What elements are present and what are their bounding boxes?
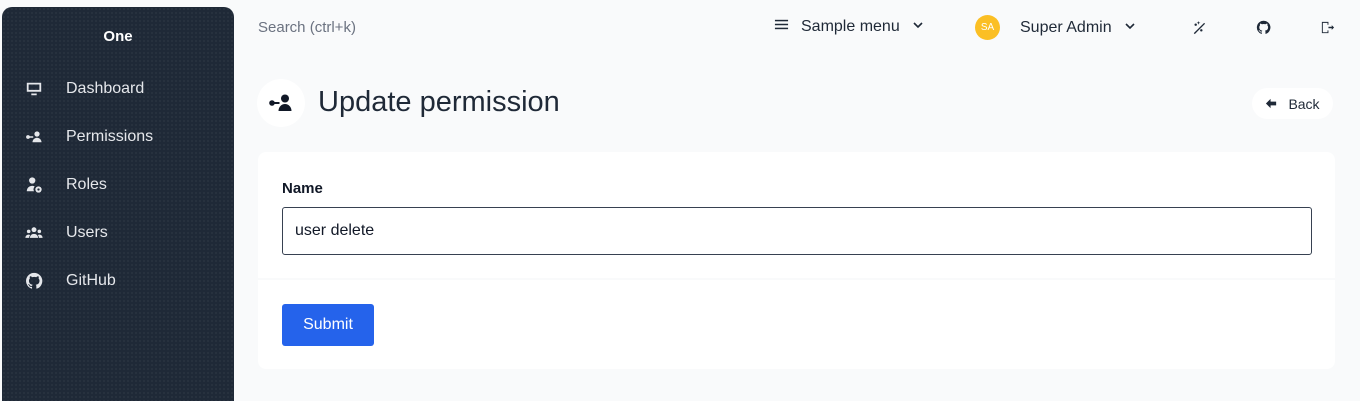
- submit-button[interactable]: Submit: [282, 304, 374, 346]
- divider: [258, 278, 1335, 280]
- logout-icon[interactable]: [1319, 19, 1336, 36]
- sidebar-item-label: Roles: [66, 176, 107, 193]
- back-button[interactable]: Back: [1252, 88, 1333, 119]
- sidebar-item-users[interactable]: Users: [2, 209, 234, 257]
- theme-toggle-icon[interactable]: [1190, 19, 1207, 36]
- sidebar-item-label: GitHub: [66, 272, 116, 289]
- sidebar-item-label: Dashboard: [66, 80, 145, 97]
- user-menu-button[interactable]: SA Super Admin: [975, 15, 1136, 40]
- brand-logo[interactable]: One: [2, 7, 234, 65]
- sidebar-item-label: Users: [66, 224, 108, 241]
- sidebar-item-roles[interactable]: Roles: [2, 161, 234, 209]
- sidebar-item-dashboard[interactable]: Dashboard: [2, 65, 234, 113]
- user-key-icon: [24, 127, 44, 147]
- monitor-icon: [24, 79, 44, 99]
- arrow-left-icon: [1266, 98, 1277, 109]
- search-input[interactable]: Search (ctrl+k): [258, 19, 356, 36]
- sample-menu-button[interactable]: Sample menu: [774, 17, 924, 37]
- user-name: Super Admin: [1020, 18, 1112, 36]
- sidebar-item-label: Permissions: [66, 128, 154, 145]
- sample-menu-label: Sample menu: [801, 18, 900, 35]
- sidebar-item-github[interactable]: GitHub: [2, 257, 234, 305]
- github-icon: [24, 271, 44, 291]
- topbar: Search (ctrl+k) Sample menu SA Super Adm…: [234, 0, 1360, 56]
- page-title: Update permission: [318, 86, 560, 118]
- chevron-down-icon: [900, 18, 924, 36]
- user-key-icon: [257, 79, 305, 127]
- avatar: SA: [975, 15, 1000, 40]
- user-gear-icon: [24, 175, 44, 195]
- name-field[interactable]: [282, 207, 1312, 255]
- sidebar: One Dashboard Permissions Roles Users Gi…: [2, 7, 234, 401]
- sidebar-item-permissions[interactable]: Permissions: [2, 113, 234, 161]
- users-icon: [24, 223, 44, 243]
- name-label: Name: [282, 180, 323, 197]
- github-icon[interactable]: [1255, 19, 1272, 36]
- permission-form-card: Name Submit: [258, 152, 1335, 369]
- chevron-down-icon: [1112, 19, 1136, 37]
- back-label: Back: [1288, 95, 1320, 112]
- hamburger-icon: [774, 17, 789, 37]
